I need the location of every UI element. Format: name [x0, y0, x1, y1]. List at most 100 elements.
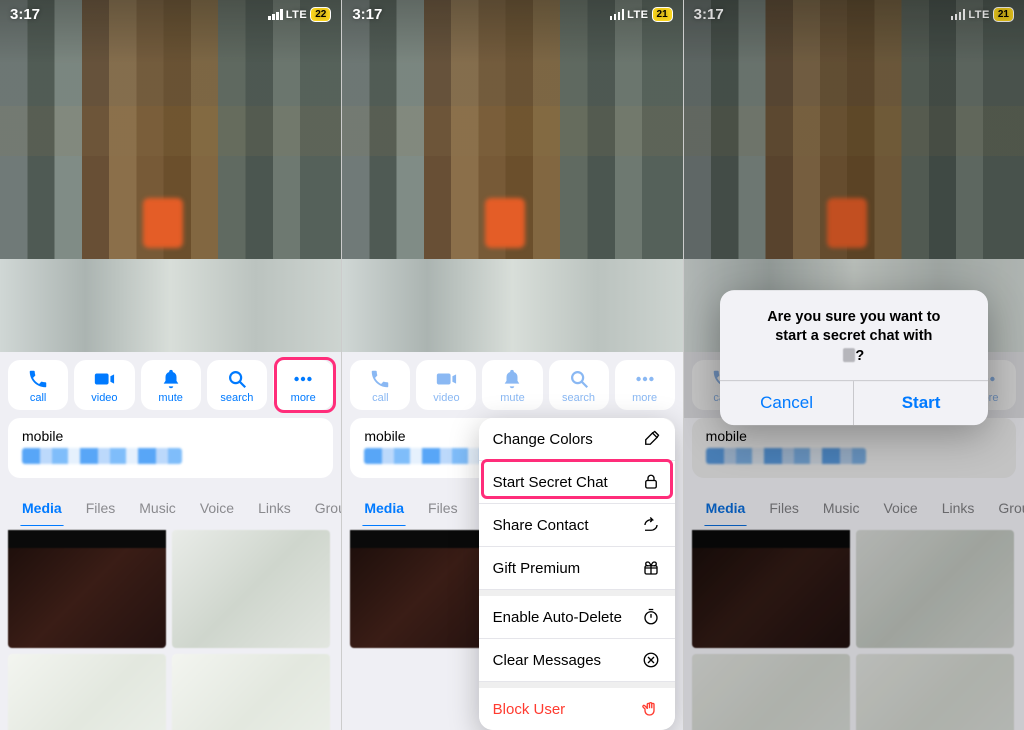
more-context-menu: Change Colors Start Secret Chat Share Co…: [479, 418, 675, 730]
signal-icon: [610, 9, 625, 20]
lock-icon: [641, 472, 661, 492]
alert-message: Are you sure you want to start a secret …: [720, 290, 988, 381]
more-button[interactable]: more: [273, 360, 333, 410]
bell-icon: [160, 368, 182, 390]
menu-start-secret-chat[interactable]: Start Secret Chat: [479, 461, 675, 504]
status-right: LTE 22: [268, 7, 331, 22]
video-button[interactable]: video: [416, 360, 476, 410]
photo-blur-lower: [342, 259, 682, 354]
call-label: call: [30, 392, 47, 404]
menu-block-user[interactable]: Block User: [479, 682, 675, 730]
more-icon: [634, 368, 656, 390]
profile-action-row: call video mute search more: [0, 352, 341, 418]
battery-icon: 22: [310, 7, 331, 22]
media-thumb[interactable]: [8, 654, 166, 730]
menu-label: Change Colors: [493, 431, 593, 448]
profile-action-row: call video mute search more: [342, 352, 682, 418]
menu-label: Share Contact: [493, 517, 589, 534]
tab-music[interactable]: Music: [127, 496, 188, 520]
media-grid: [0, 526, 341, 730]
photo-blur-subject: [485, 198, 525, 248]
mute-button[interactable]: mute: [482, 360, 542, 410]
menu-label: Gift Premium: [493, 560, 581, 577]
media-thumb[interactable]: [172, 530, 330, 648]
mobile-field-label: mobile: [22, 428, 319, 444]
photo-blur-lower: [0, 259, 341, 354]
more-button[interactable]: more: [615, 360, 675, 410]
tab-links[interactable]: Links: [246, 496, 303, 520]
network-label: LTE: [627, 9, 648, 21]
menu-label: Enable Auto-Delete: [493, 609, 622, 626]
mute-label: mute: [158, 392, 182, 404]
tab-files[interactable]: Files: [74, 496, 128, 520]
video-button[interactable]: video: [74, 360, 134, 410]
menu-label: Block User: [493, 701, 566, 718]
profile-tabs: Media Files Music Voice Links Groups: [0, 486, 341, 526]
profile-header-photo[interactable]: 3:17 LTE 21: [342, 0, 682, 354]
phone-icon: [369, 368, 391, 390]
video-icon: [93, 368, 115, 390]
tab-media[interactable]: Media: [352, 496, 416, 520]
confirm-secret-chat-alert: Are you sure you want to start a secret …: [720, 290, 988, 426]
alert-text-line: Are you sure you want to: [767, 309, 940, 325]
video-label: video: [433, 392, 459, 404]
alert-actions: Cancel Start: [720, 381, 988, 426]
tab-files[interactable]: Files: [416, 496, 470, 520]
contact-info-card[interactable]: mobile: [8, 418, 333, 478]
menu-enable-auto-delete[interactable]: Enable Auto-Delete: [479, 590, 675, 639]
gift-icon: [641, 558, 661, 578]
panel-1-profile: 3:17 LTE 22 call video mute: [0, 0, 341, 730]
photo-blur-subject: [143, 198, 183, 248]
menu-label: Start Secret Chat: [493, 474, 608, 491]
status-bar: 3:17 LTE 21: [352, 6, 672, 23]
call-button[interactable]: call: [350, 360, 410, 410]
mute-label: mute: [500, 392, 524, 404]
media-thumb[interactable]: [172, 654, 330, 730]
hand-icon: [641, 699, 661, 719]
search-button[interactable]: search: [549, 360, 609, 410]
phone-icon: [27, 368, 49, 390]
more-icon: [292, 368, 314, 390]
search-label: search: [562, 392, 595, 404]
menu-change-colors[interactable]: Change Colors: [479, 418, 675, 461]
alert-start-button[interactable]: Start: [853, 382, 988, 426]
call-label: call: [372, 392, 389, 404]
share-icon: [641, 515, 661, 535]
more-label: more: [291, 392, 316, 404]
more-label: more: [632, 392, 657, 404]
menu-share-contact[interactable]: Share Contact: [479, 504, 675, 547]
call-button[interactable]: call: [8, 360, 68, 410]
timer-icon: [641, 607, 661, 627]
alert-question-mark: ?: [855, 348, 864, 364]
search-icon: [226, 368, 248, 390]
menu-label: Clear Messages: [493, 652, 601, 669]
status-time: 3:17: [10, 6, 40, 23]
status-time: 3:17: [352, 6, 382, 23]
video-label: video: [91, 392, 117, 404]
search-button[interactable]: search: [207, 360, 267, 410]
alert-text-line: start a secret chat with: [775, 328, 932, 344]
panel-2-context-menu: 3:17 LTE 21 call video mute search: [341, 0, 682, 730]
alert-cancel-button[interactable]: Cancel: [720, 382, 854, 426]
brush-icon: [641, 429, 661, 449]
clear-chat-icon: [641, 650, 661, 670]
tab-voice[interactable]: Voice: [188, 496, 246, 520]
signal-icon: [268, 9, 283, 20]
menu-clear-messages[interactable]: Clear Messages: [479, 639, 675, 682]
network-label: LTE: [286, 9, 307, 21]
tab-groups[interactable]: Groups: [303, 496, 342, 520]
status-right: LTE 21: [610, 7, 673, 22]
profile-header-photo[interactable]: 3:17 LTE 22: [0, 0, 341, 354]
battery-icon: 21: [652, 7, 673, 22]
panel-3-confirm-alert: 3:17 LTE 21 call video mute search more …: [683, 0, 1024, 730]
mute-button[interactable]: mute: [141, 360, 201, 410]
menu-gift-premium[interactable]: Gift Premium: [479, 547, 675, 590]
search-label: search: [220, 392, 253, 404]
mobile-field-value-blurred: [22, 448, 182, 464]
search-icon: [568, 368, 590, 390]
status-bar: 3:17 LTE 22: [10, 6, 331, 23]
tab-media[interactable]: Media: [10, 496, 74, 520]
media-thumb[interactable]: [8, 530, 166, 648]
alert-contact-name-blurred: [843, 348, 855, 362]
video-icon: [435, 368, 457, 390]
